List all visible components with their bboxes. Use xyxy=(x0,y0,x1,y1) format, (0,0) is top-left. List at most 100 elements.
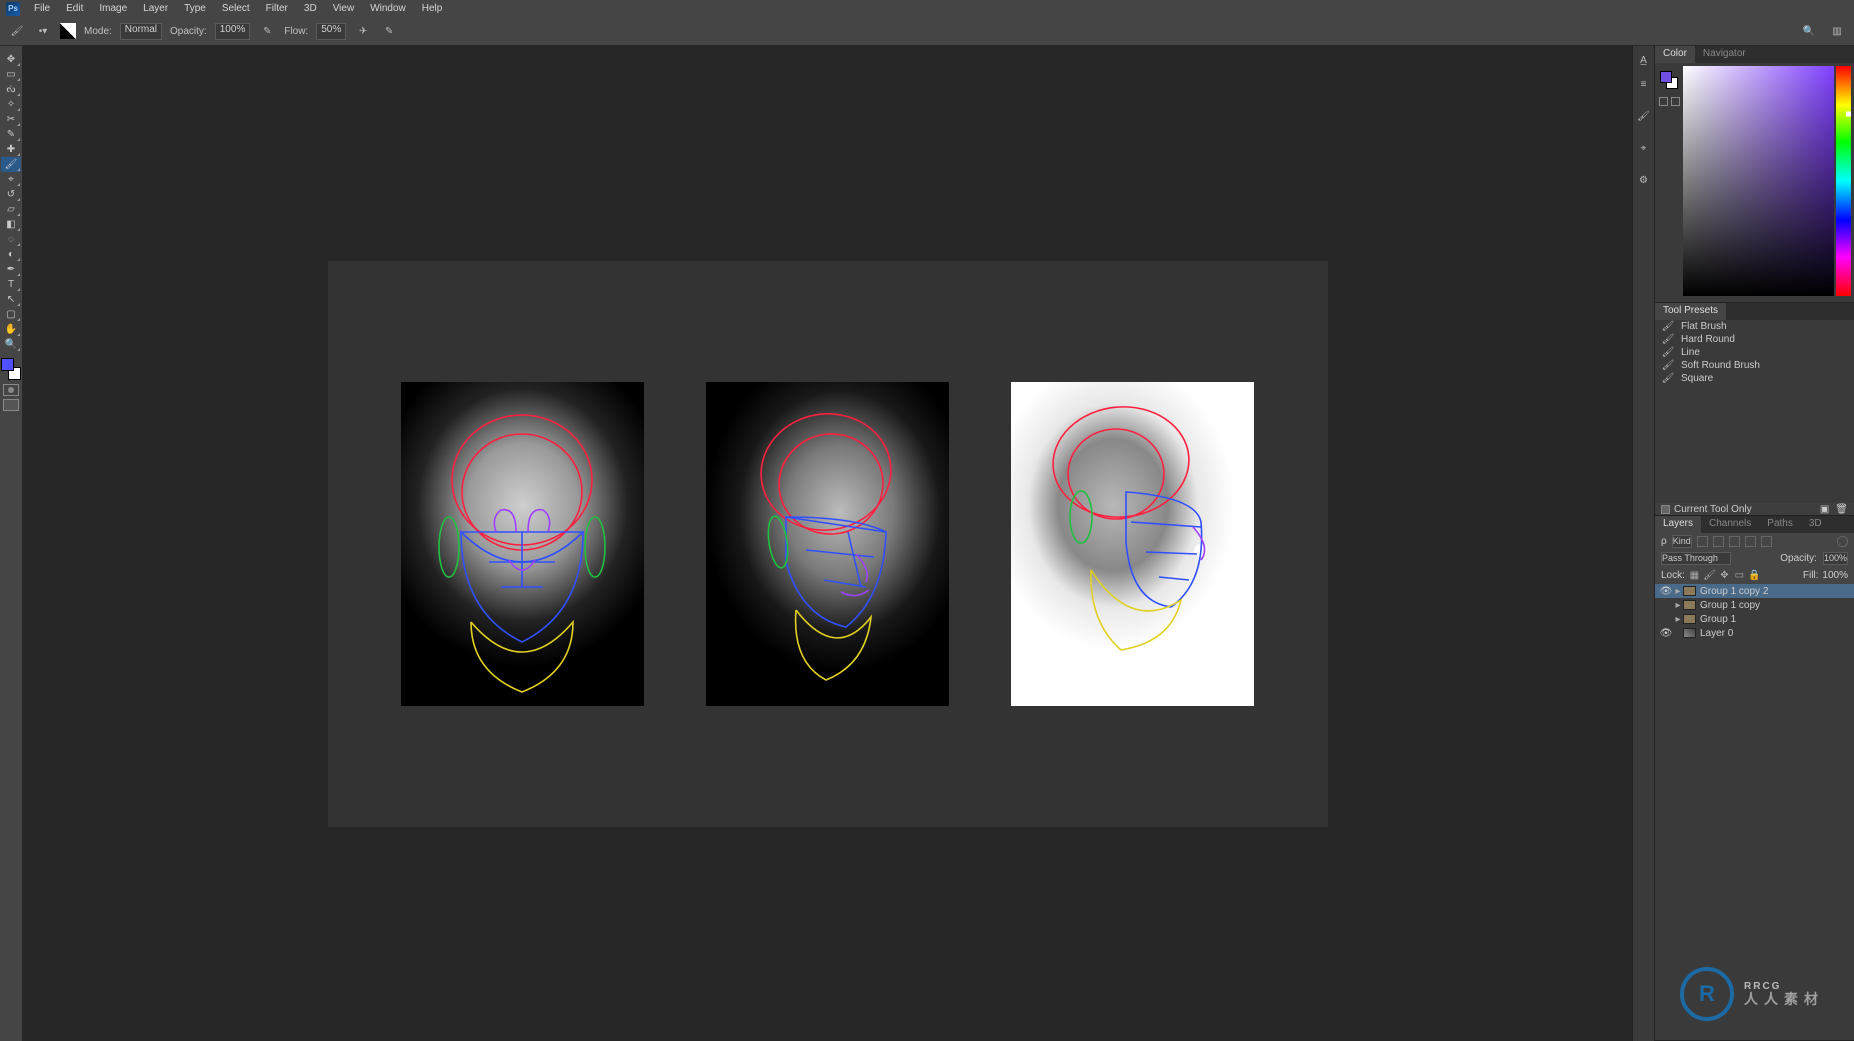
layer-name[interactable]: Layer 0 xyxy=(1700,628,1850,639)
filter-pixel-icon[interactable] xyxy=(1697,536,1708,547)
dodge-tool[interactable]: ◐ xyxy=(1,247,21,262)
tab-3d[interactable]: 3D xyxy=(1801,516,1830,533)
layer-name[interactable]: Group 1 xyxy=(1700,614,1850,625)
layer-blend-mode[interactable]: Pass Through xyxy=(1661,552,1731,565)
layer-row[interactable]: ▸ Group 1 xyxy=(1655,612,1854,626)
filter-toggle-icon[interactable] xyxy=(1837,536,1848,547)
filter-smart-icon[interactable] xyxy=(1761,536,1772,547)
tab-channels[interactable]: Channels xyxy=(1701,516,1759,533)
tab-paths[interactable]: Paths xyxy=(1759,516,1801,533)
canvas-area[interactable] xyxy=(23,46,1632,1041)
tab-navigator[interactable]: Navigator xyxy=(1695,46,1754,63)
menu-file[interactable]: File xyxy=(26,0,58,17)
history-brush-tool[interactable]: ↺ xyxy=(1,187,21,202)
paragraph-panel-icon[interactable]: ≡ xyxy=(1636,76,1652,92)
expand-arrow-icon[interactable]: ▸ xyxy=(1673,600,1683,611)
flow-input[interactable]: 50% xyxy=(316,23,346,40)
tablet-opacity-icon[interactable]: ✎ xyxy=(258,22,276,40)
airbrush-icon[interactable]: ✈ xyxy=(354,22,372,40)
tool-presets-list[interactable]: 🖌Flat Brush🖌Hard Round🖌Line🖌Soft Round B… xyxy=(1655,320,1854,503)
path-select-tool[interactable]: ↖ xyxy=(1,292,21,307)
actions-icon[interactable]: ⚙ xyxy=(1636,172,1652,188)
menu-type[interactable]: Type xyxy=(176,0,214,17)
filter-type-icon[interactable] xyxy=(1729,536,1740,547)
layer-row[interactable]: 👁▸ Group 1 copy 2 xyxy=(1655,584,1854,598)
lock-all-icon[interactable]: 🔒 xyxy=(1749,570,1760,581)
lock-transparent-icon[interactable]: ▦ xyxy=(1689,570,1700,581)
blend-mode-select[interactable]: Normal xyxy=(120,23,162,40)
menu-help[interactable]: Help xyxy=(414,0,451,17)
layer-name[interactable]: Group 1 copy xyxy=(1700,600,1850,611)
delete-preset-icon[interactable]: 🗑 xyxy=(1835,504,1848,515)
tool-preset-item[interactable]: 🖌Square xyxy=(1655,372,1854,385)
tab-color[interactable]: Color xyxy=(1655,46,1695,63)
marquee-tool[interactable]: ▭ xyxy=(1,67,21,82)
lasso-tool[interactable]: ᔔ xyxy=(1,82,21,97)
tool-preset-item[interactable]: 🖌Flat Brush xyxy=(1655,320,1854,333)
lock-artboard-icon[interactable]: ▭ xyxy=(1734,570,1745,581)
menu-edit[interactable]: Edit xyxy=(58,0,91,17)
search-icon[interactable]: 🔍 xyxy=(1800,22,1818,40)
menu-select[interactable]: Select xyxy=(214,0,258,17)
layer-name[interactable]: Group 1 copy 2 xyxy=(1700,586,1850,597)
character-panel-icon[interactable]: A̲ xyxy=(1636,52,1652,68)
magic-wand-tool[interactable]: ✧ xyxy=(1,97,21,112)
tablet-size-icon[interactable]: ✎ xyxy=(380,22,398,40)
color-field[interactable] xyxy=(1683,66,1834,296)
layer-row[interactable]: 👁 Layer 0 xyxy=(1655,626,1854,640)
clone-stamp-tool[interactable]: ⌖ xyxy=(1,172,21,187)
hue-indicator[interactable] xyxy=(1846,112,1851,117)
filter-shape-icon[interactable] xyxy=(1745,536,1756,547)
tool-preset-item[interactable]: 🖌Soft Round Brush xyxy=(1655,359,1854,372)
fill-input[interactable]: 100% xyxy=(1822,570,1848,581)
filter-adjust-icon[interactable] xyxy=(1713,536,1724,547)
expand-arrow-icon[interactable]: ▸ xyxy=(1673,586,1683,597)
opacity-input[interactable]: 100% xyxy=(215,23,251,40)
brush-preset-dropdown[interactable]: •▾ xyxy=(34,22,52,40)
lock-pixels-icon[interactable]: 🖌 xyxy=(1704,570,1715,581)
zoom-tool[interactable]: 🔍 xyxy=(1,337,21,352)
layer-filter-kind[interactable]: Kind xyxy=(1672,535,1692,548)
new-preset-icon[interactable]: ▣ xyxy=(1820,504,1829,515)
color-swatch-pair[interactable] xyxy=(1660,71,1678,89)
move-tool[interactable]: ✥ xyxy=(1,52,21,67)
menu-view[interactable]: View xyxy=(325,0,363,17)
lock-position-icon[interactable]: ✥ xyxy=(1719,570,1730,581)
workspace-switcher-icon[interactable]: ▥ xyxy=(1828,22,1846,40)
pen-tool[interactable]: ✒ xyxy=(1,262,21,277)
visibility-toggle-icon[interactable]: 👁 xyxy=(1659,586,1673,597)
menu-image[interactable]: Image xyxy=(91,0,135,17)
tool-preset-item[interactable]: 🖌Hard Round xyxy=(1655,333,1854,346)
layer-opacity-input[interactable]: 100% xyxy=(1823,552,1848,565)
menu-filter[interactable]: Filter xyxy=(258,0,296,17)
hand-tool[interactable]: ✋ xyxy=(1,322,21,337)
current-tool-only-checkbox[interactable] xyxy=(1661,505,1670,514)
brush-panel-icon[interactable]: 🖌 xyxy=(1636,108,1652,124)
visibility-toggle-icon[interactable]: 👁 xyxy=(1659,628,1673,639)
tab-tool-presets[interactable]: Tool Presets xyxy=(1655,303,1726,320)
tool-preset-item[interactable]: 🖌Line xyxy=(1655,346,1854,359)
expand-arrow-icon[interactable]: ▸ xyxy=(1673,614,1683,625)
quick-mask-toggle[interactable] xyxy=(3,384,19,396)
gradient-tool[interactable]: ◧ xyxy=(1,217,21,232)
menu-window[interactable]: Window xyxy=(362,0,414,17)
clone-source-icon[interactable]: ⌖ xyxy=(1636,140,1652,156)
screen-mode-toggle[interactable] xyxy=(3,399,19,411)
fg-bg-swatches[interactable] xyxy=(1,358,21,380)
rectangle-tool[interactable]: ▢ xyxy=(1,307,21,322)
brush-tool[interactable]: 🖌 xyxy=(1,157,21,172)
menu-3d[interactable]: 3D xyxy=(296,0,325,17)
menu-layer[interactable]: Layer xyxy=(135,0,176,17)
blur-tool[interactable]: ◌ xyxy=(1,232,21,247)
healing-brush-tool[interactable]: ✚ xyxy=(1,142,21,157)
hue-slider[interactable] xyxy=(1836,66,1851,296)
brush-toggle-panel-icon[interactable] xyxy=(60,23,76,39)
type-tool[interactable]: T xyxy=(1,277,21,292)
eraser-tool[interactable]: ▱ xyxy=(1,202,21,217)
layer-row[interactable]: ▸ Group 1 copy xyxy=(1655,598,1854,612)
tool-preset-icon[interactable]: 🖌 xyxy=(8,22,26,40)
crop-tool[interactable]: ✂ xyxy=(1,112,21,127)
tab-layers[interactable]: Layers xyxy=(1655,516,1701,533)
eyedropper-tool[interactable]: ✎ xyxy=(1,127,21,142)
color-mode-buttons[interactable] xyxy=(1659,97,1680,106)
